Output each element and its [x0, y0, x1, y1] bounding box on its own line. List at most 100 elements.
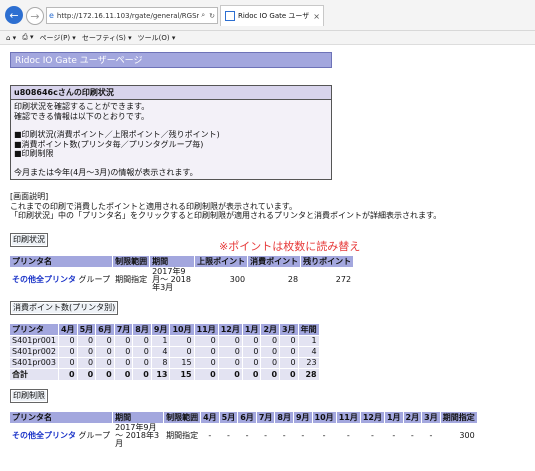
- forward-arrow-icon[interactable]: →: [26, 7, 44, 25]
- description-heading: [画面説明]: [10, 192, 49, 201]
- browser-address-bar: ← → e http://172.16.11.103/rgate/general…: [0, 0, 535, 31]
- col-header: 9月: [293, 411, 312, 423]
- col-header: 12月: [360, 411, 384, 423]
- tab-title: Ridoc IO Gate ユーザーペー...: [238, 12, 310, 20]
- menu-safety[interactable]: セーフティ(S) ▾: [82, 33, 132, 43]
- info-line: 今月または今年(4月～3月)の情報が表示されます。: [14, 167, 198, 177]
- month-limit-cell: -: [201, 423, 219, 448]
- count-cell: 0: [58, 335, 77, 346]
- close-tab-icon[interactable]: ×: [313, 12, 320, 21]
- col-header: 1月: [242, 323, 261, 335]
- url-text[interactable]: http://172.16.11.103/rgate/general/RGSrc…: [57, 12, 199, 20]
- count-cell: 23: [298, 357, 319, 368]
- count-cell: 0: [242, 368, 261, 380]
- count-cell: 0: [218, 357, 242, 368]
- printer-cell: S401pr003: [10, 357, 58, 368]
- printer-name-cell: その他全プリンタ グループ: [10, 267, 113, 292]
- count-cell: 0: [96, 346, 114, 357]
- table-row: 合計 0 0 0 0 0 13 15 0 0 0 0 0 28: [10, 368, 319, 380]
- count-cell: 0: [114, 357, 133, 368]
- info-line: 確認できる情報は以下のとおりです。: [14, 111, 150, 121]
- count-cell: 4: [298, 346, 319, 357]
- back-arrow-icon[interactable]: ←: [5, 6, 23, 24]
- table-row: その他全プリンタ グループ 期間指定 2017年9月～ 2018年3月 300 …: [10, 267, 354, 292]
- info-line: ■消費ポイント数(プリンタ毎／プリンタグループ毎): [14, 139, 204, 149]
- count-cell: 0: [170, 335, 194, 346]
- col-header: 12月: [218, 323, 242, 335]
- col-header: 制限範囲: [164, 411, 201, 423]
- col-header: 2月: [403, 411, 422, 423]
- month-limit-cell: -: [256, 423, 275, 448]
- period-cell: 2017年9月～ 2018年3月: [113, 423, 164, 448]
- url-input[interactable]: e http://172.16.11.103/rgate/general/RGS…: [46, 7, 218, 24]
- count-cell: 0: [96, 368, 114, 380]
- count-cell: 1: [151, 335, 170, 346]
- home-icon[interactable]: ⌂ ▾: [6, 34, 16, 42]
- refresh-icon[interactable]: ↻: [207, 12, 217, 20]
- count-cell: 0: [218, 368, 242, 380]
- count-cell: 0: [218, 346, 242, 357]
- count-cell: 0: [194, 357, 218, 368]
- points-note: ※ポイントは枚数に読み替え: [219, 240, 361, 253]
- info-title: u808646cさんの印刷状況: [11, 86, 331, 100]
- count-cell: 15: [170, 368, 194, 380]
- month-limit-cell: -: [422, 423, 440, 448]
- count-cell: 13: [151, 368, 170, 380]
- ie-page-icon: e: [49, 11, 54, 20]
- count-cell: 0: [96, 357, 114, 368]
- count-cell: 0: [58, 346, 77, 357]
- col-header: 4月: [201, 411, 219, 423]
- consumption-by-printer-button[interactable]: 消費ポイント数(プリンタ別): [10, 300, 119, 315]
- printer-name-link[interactable]: その他全プリンタ: [12, 275, 76, 284]
- count-cell: 0: [280, 335, 298, 346]
- month-limit-cell: -: [384, 423, 403, 448]
- restriction-table: プリンタ名 期間 制限範囲 4月 5月 6月 7月 8月 9月 10月 11月 12月 1月 2月 3月 期間…: [9, 411, 478, 449]
- count-cell: 15: [170, 357, 194, 368]
- col-header: 6月: [238, 411, 256, 423]
- col-header: 8月: [133, 323, 151, 335]
- count-cell: 0: [77, 346, 96, 357]
- print-icon[interactable]: ⎙ ▾: [22, 33, 33, 42]
- col-header: プリンタ名: [10, 411, 113, 423]
- count-cell: 0: [58, 357, 77, 368]
- print-status-table: プリンタ名 制限範囲 期間 上限ポイント 消費ポイント 残りポイント その他全プ…: [9, 255, 354, 293]
- count-cell: 4: [151, 346, 170, 357]
- table-row: その他全プリンタ グループ 2017年9月～ 2018年3月 期間指定 - - - - - - -…: [10, 423, 477, 448]
- print-status-button[interactable]: 印刷状況: [10, 232, 48, 247]
- count-cell: 28: [298, 368, 319, 380]
- search-icon[interactable]: ⌕: [199, 11, 207, 20]
- printer-name-link[interactable]: その他全プリンタ: [12, 431, 76, 440]
- table-row: S401pr001 0 0 0 0 0 1 0 0 0 0 0 0 1: [10, 335, 319, 346]
- col-header: 期間: [113, 411, 164, 423]
- count-cell: 0: [114, 346, 133, 357]
- count-cell: 0: [77, 335, 96, 346]
- count-cell: 0: [77, 368, 96, 380]
- count-cell: 0: [77, 357, 96, 368]
- menu-tools[interactable]: ツール(O) ▾: [138, 33, 176, 43]
- col-header: 上限ポイント: [195, 255, 248, 267]
- menu-page[interactable]: ページ(P) ▾: [40, 33, 76, 43]
- col-header: 3月: [280, 323, 298, 335]
- info-line: ■印刷状況(消費ポイント／上限ポイント／残りポイント): [14, 130, 220, 139]
- count-cell: 0: [170, 346, 194, 357]
- period-cell: 2017年9月～ 2018年3月: [150, 267, 195, 292]
- col-header: 7月: [114, 323, 133, 335]
- col-header: 9月: [151, 323, 170, 335]
- col-header: プリンタ名: [10, 255, 113, 267]
- printer-name-cell: その他全プリンタ グループ: [10, 423, 113, 448]
- col-header: プリンタ: [10, 323, 58, 335]
- count-cell: 0: [261, 357, 280, 368]
- count-cell: 0: [261, 335, 280, 346]
- month-limit-cell: -: [238, 423, 256, 448]
- print-restriction-button[interactable]: 印刷制限: [10, 388, 48, 403]
- info-line: 印刷状況を確認することができます。: [14, 102, 150, 111]
- month-limit-cell: -: [336, 423, 360, 448]
- col-header: 4月: [58, 323, 77, 335]
- printer-cell: 合計: [10, 368, 58, 380]
- count-cell: 0: [114, 335, 133, 346]
- col-header: 期間: [150, 255, 195, 267]
- tab-ridoc[interactable]: Ridoc IO Gate ユーザーペー... ×: [220, 5, 324, 26]
- month-limit-cell: -: [360, 423, 384, 448]
- count-cell: 0: [114, 368, 133, 380]
- count-cell: 0: [280, 368, 298, 380]
